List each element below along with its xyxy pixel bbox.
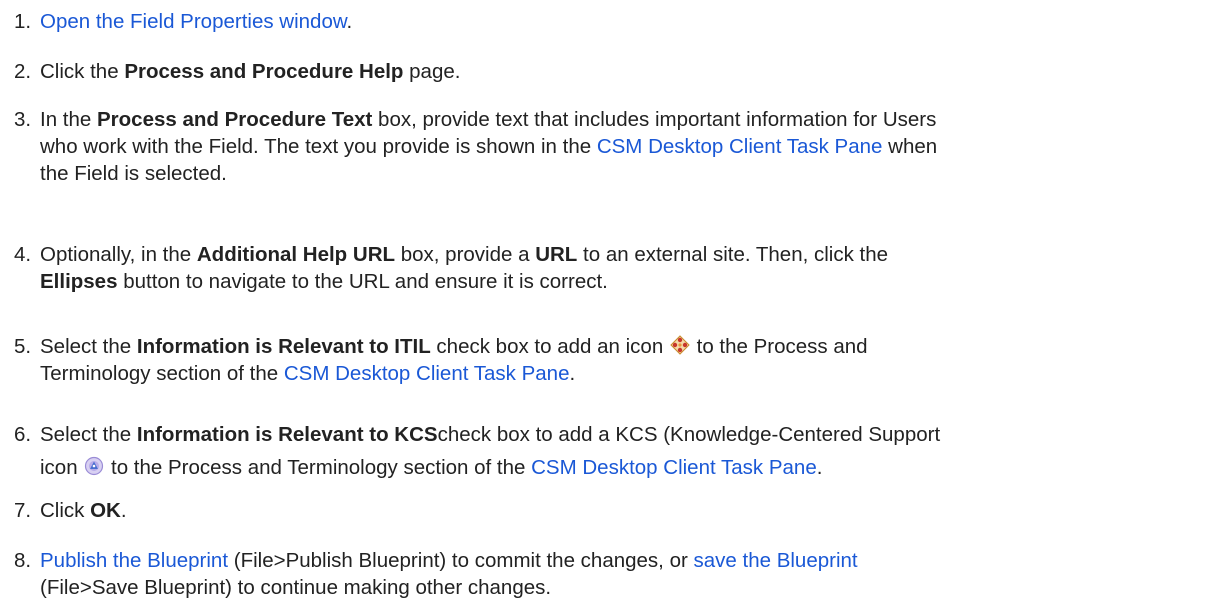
step-text: . (816, 456, 823, 479)
task-pane-link[interactable]: CSM Desktop Client Task Pane (597, 135, 883, 158)
step-text: . (120, 499, 127, 522)
step-text: In the (40, 108, 97, 131)
kcs-globe-icon (84, 456, 104, 476)
ui-term: Process and Procedure Text (97, 108, 373, 131)
step-text: button to navigate to the URL and ensure… (117, 270, 608, 293)
step-2: 2. Click the Process and Procedure Help p… (14, 58, 1224, 85)
save-blueprint-link[interactable]: save the Blueprint (694, 549, 858, 572)
step-6: 6. Select the Information is Relevant to … (14, 421, 1224, 481)
step-text: icon (40, 456, 84, 479)
ui-term: Information is Relevant to KCS (136, 423, 438, 446)
step-8: 8. Publish the Blueprint (File>Publish Bl… (14, 547, 1224, 601)
step-1: 1. Open the Field Properties window. (14, 8, 1224, 35)
step-3: 3. In the Process and Procedure Text box,… (14, 106, 1224, 187)
step-number: 1. (14, 10, 32, 33)
step-number: 5. (14, 335, 32, 358)
step-text: (File>Publish Blueprint) to commit the c… (228, 549, 694, 572)
ui-term: Information is Relevant to ITIL (136, 335, 431, 358)
step-text: to the Process and Terminology section o… (105, 456, 532, 479)
step-number: 7. (14, 499, 32, 522)
step-4: 4. Optionally, in the Additional Help URL… (14, 241, 1224, 295)
step-number: 2. (14, 60, 32, 83)
step-text: the Field is selected. (40, 162, 227, 185)
step-text: Click the (40, 60, 125, 83)
ui-term: Process and Procedure Help (124, 60, 404, 83)
ui-term: Additional Help URL (196, 243, 396, 266)
step-text: box, provide a (395, 243, 536, 266)
task-pane-link[interactable]: CSM Desktop Client Task Pane (531, 456, 817, 479)
step-text: Select the (40, 335, 137, 358)
step-text: page. (403, 60, 461, 83)
step-text: . (346, 10, 353, 33)
task-pane-link[interactable]: CSM Desktop Client Task Pane (284, 362, 570, 385)
step-number: 3. (14, 108, 32, 131)
step-text: box, provide text that includes importan… (372, 108, 937, 131)
step-text: to the Process and (690, 335, 868, 358)
itil-diamond-icon (670, 335, 690, 355)
procedure-steps: 1. Open the Field Properties window. 2. Cl… (0, 0, 1232, 599)
ui-term: URL (535, 243, 578, 266)
step-text: who work with the Field. The text you pr… (40, 135, 597, 158)
step-text: check box to add an icon (430, 335, 669, 358)
ui-term: OK (90, 499, 121, 522)
ui-term: Ellipses (40, 270, 118, 293)
step-number: 8. (14, 549, 32, 572)
step-number: 4. (14, 243, 32, 266)
step-text: check box to add a KCS (Knowledge-Center… (437, 423, 941, 446)
step-text: Optionally, in the (40, 243, 197, 266)
open-field-properties-link[interactable]: Open the Field Properties window (40, 10, 347, 33)
publish-blueprint-link[interactable]: Publish the Blueprint (40, 549, 228, 572)
step-text: Terminology section of the (40, 362, 284, 385)
step-text: Click (40, 499, 91, 522)
step-number: 6. (14, 423, 32, 446)
step-text: when (882, 135, 938, 158)
step-text: . (569, 362, 576, 385)
step-text: to an external site. Then, click the (577, 243, 889, 266)
step-7: 7. Click OK. (14, 497, 1224, 524)
step-text: Select the (40, 423, 137, 446)
step-5: 5. Select the Information is Relevant to … (14, 333, 1224, 387)
